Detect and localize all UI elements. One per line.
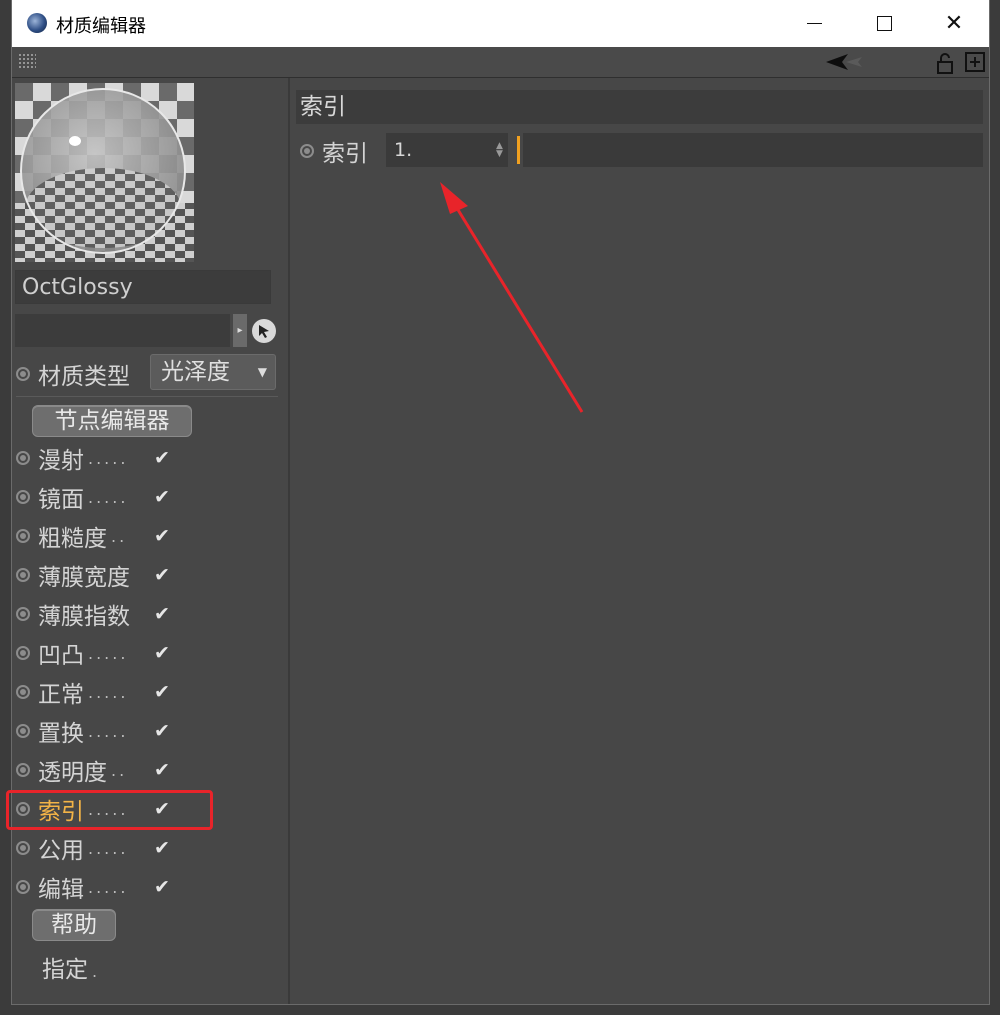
annotation-arrow-icon (440, 182, 584, 413)
